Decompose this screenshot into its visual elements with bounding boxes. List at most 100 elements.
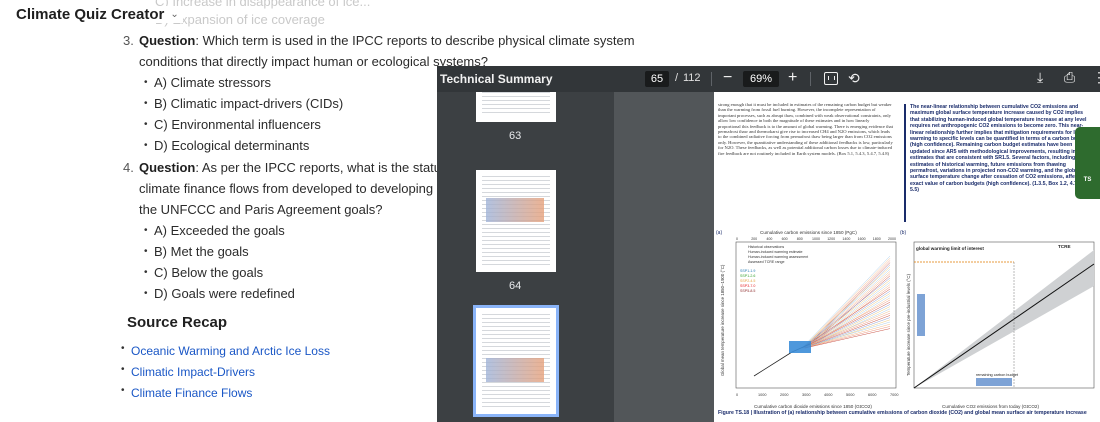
- fig-a-top-tick: 200: [751, 237, 757, 241]
- page-summary-box: The near-linear relationship between cum…: [904, 104, 1092, 222]
- fig-b-remaining-label: remaining carbon budget: [976, 373, 1019, 377]
- section-side-tab[interactable]: TS: [1075, 127, 1100, 199]
- bullet: •: [121, 385, 125, 396]
- fig-a-top-tick: 1000: [812, 237, 820, 241]
- fig-a-top-tick: 1400: [842, 237, 850, 241]
- source-link[interactable]: Climate Finance Flows: [131, 386, 252, 400]
- fig-b-x-label: Cumulative CO2 emissions from today (GtC…: [942, 404, 1039, 409]
- option-item: D) Ecological determinants: [154, 138, 310, 153]
- fig-b-limit-label: global warming limit of interest: [916, 246, 984, 251]
- app-title: Climate Quiz Creator: [16, 6, 165, 23]
- fig-a-x-label: Cumulative carbon dioxide emissions sinc…: [754, 404, 872, 409]
- fig-a-scenario-label: SSP3-7.0: [740, 284, 755, 288]
- zoom-out-button[interactable]: −: [723, 69, 732, 87]
- fig-a-bottom-ticks: 0 1000 2000 3000 4000 5000 6000 7000: [736, 393, 898, 397]
- thumbnail-chart: [486, 198, 544, 222]
- fig-a-legend-entry: Assessed TCRE range: [748, 260, 785, 264]
- figure-caption: Figure TS.18 | Illustration of (a) relat…: [718, 410, 1087, 416]
- toolbar-divider: [711, 72, 712, 86]
- fig-a-bottom-tick: 6000: [868, 393, 876, 397]
- fig-a-legend-entry: Human-induced warming assessment: [748, 255, 808, 259]
- fig-a-scenario-label: SSP2-4.5: [740, 279, 755, 283]
- page-thumbnail-selected[interactable]: [473, 305, 559, 417]
- page-thumbnail[interactable]: [476, 92, 556, 122]
- question-text-line: : Which term is used in the IPCC reports…: [195, 33, 635, 48]
- pdf-toolbar: Technical Summary 65 / 112 − 69% + ⟲ ⤓ ⎙…: [437, 66, 1100, 92]
- page-summary-text: The near-linear relationship between cum…: [910, 104, 1092, 194]
- thumbnail-content: [482, 92, 550, 116]
- thumbnail-label: 64: [509, 280, 522, 292]
- option-item: C) Below the goals: [154, 265, 264, 280]
- fig-a-top-axis-label: Cumulative carbon emissions since 1850 (…: [760, 230, 857, 235]
- fig-a-y-label: Global mean temperature increase since 1…: [720, 264, 725, 376]
- bullet: •: [144, 225, 148, 236]
- option-item: A) Climate stressors: [154, 75, 272, 90]
- app-title-menu[interactable]: Climate Quiz Creator ⌄: [16, 6, 183, 23]
- fig-a-scenario-label: SSP5-8.5: [740, 289, 755, 293]
- fig-a-top-tick: 400: [766, 237, 772, 241]
- fig-a-bottom-tick: 2000: [780, 393, 788, 397]
- page-number-input[interactable]: 65: [645, 71, 669, 87]
- fig-a-top-tick: 0: [736, 237, 738, 241]
- fig-a-bottom-tick: 5000: [846, 393, 854, 397]
- fig-a-legend-entry: Historical observations: [748, 245, 784, 249]
- page-separator: /: [675, 72, 679, 84]
- fig-a-top-tick: 1600: [858, 237, 866, 241]
- bullet: •: [144, 246, 148, 257]
- fig-a-scenario-label: SSP1-1.9: [740, 269, 755, 273]
- question-text-line: climate finance flows from developed to …: [139, 181, 483, 196]
- fig-b-tcre-label: TCRE: [1058, 244, 1071, 249]
- print-icon[interactable]: ⎙: [1064, 69, 1075, 86]
- fig-a-scenario-label: SSP1-2.6: [740, 274, 755, 278]
- question-number: 4.: [123, 160, 134, 175]
- document-view[interactable]: strong enough that it must be included i…: [614, 92, 1100, 422]
- fig-panel-b-label: (b): [900, 230, 906, 236]
- option-item: B) Climatic impact-drivers (CIDs): [154, 96, 344, 111]
- fig-b-historical-bar: [917, 294, 925, 336]
- fit-page-icon[interactable]: [824, 72, 838, 85]
- zoom-in-button[interactable]: +: [788, 69, 797, 87]
- question-label: Question: [139, 33, 196, 48]
- chevron-down-icon: ⌄: [170, 9, 179, 20]
- fig-a-top-tick: 1200: [827, 237, 835, 241]
- fig-a-top-tick: 1800: [873, 237, 881, 241]
- bullet: •: [144, 98, 148, 109]
- pdf-viewer: Technical Summary 65 / 112 − 69% + ⟲ ⤓ ⎙…: [437, 66, 1100, 422]
- download-icon[interactable]: ⤓: [1037, 69, 1043, 86]
- fig-a-top-tick: 600: [782, 237, 788, 241]
- thumbnail-label: 63: [509, 130, 522, 142]
- figure-svg: (a) Cumulative carbon emissions since 18…: [716, 230, 1095, 409]
- zoom-level-input[interactable]: 69%: [743, 71, 779, 87]
- source-link[interactable]: Climatic Impact-Drivers: [131, 365, 255, 379]
- fig-a-top-tick: 2000: [888, 237, 896, 241]
- bullet: •: [144, 288, 148, 299]
- option-item: D) Goals were redefined: [154, 286, 295, 301]
- page-total: 112: [683, 72, 701, 84]
- fig-a-scenarios: SSP1-1.9SSP1-2.6SSP2-4.5SSP3-7.0SSP5-8.5: [740, 269, 755, 293]
- fig-b-remaining-bar: [976, 378, 1012, 386]
- bullet: •: [144, 77, 148, 88]
- fig-a-legend-entry: Human-induced warming estimate: [748, 250, 803, 254]
- fig-panel-a-label: (a): [716, 230, 722, 236]
- thumbnail-sidebar[interactable]: 63 64: [437, 92, 614, 422]
- more-options-icon[interactable]: ⋮: [1092, 69, 1100, 86]
- source-link[interactable]: Oceanic Warming and Arctic Ice Loss: [131, 344, 330, 358]
- toolbar-divider: [810, 72, 811, 86]
- question-number: 3.: [123, 33, 134, 48]
- bullet: •: [144, 267, 148, 278]
- bullet: •: [121, 343, 125, 354]
- question-text-line: the UNFCCC and Paris Agreement goals?: [139, 202, 383, 217]
- fig-b-y-label: Temperature increase since pre-industria…: [906, 273, 911, 376]
- fig-a-bottom-tick: 7000: [890, 393, 898, 397]
- rotate-icon[interactable]: ⟲: [848, 70, 860, 87]
- question-label: Question: [139, 160, 196, 175]
- question-text: Question: Which term is used in the IPCC…: [139, 30, 635, 51]
- thumbnail-chart: [486, 358, 544, 382]
- fig-a-bottom-tick: 4000: [824, 393, 832, 397]
- page-thumbnail[interactable]: [476, 170, 556, 272]
- fig-a-top-tick: 800: [797, 237, 803, 241]
- fig-a-bottom-tick: 0: [736, 393, 738, 397]
- ghost-option-line: C) Increase in disappearance of ice...: [155, 0, 371, 9]
- option-item: A) Exceeded the goals: [154, 223, 285, 238]
- fig-a-bottom-tick: 1000: [758, 393, 766, 397]
